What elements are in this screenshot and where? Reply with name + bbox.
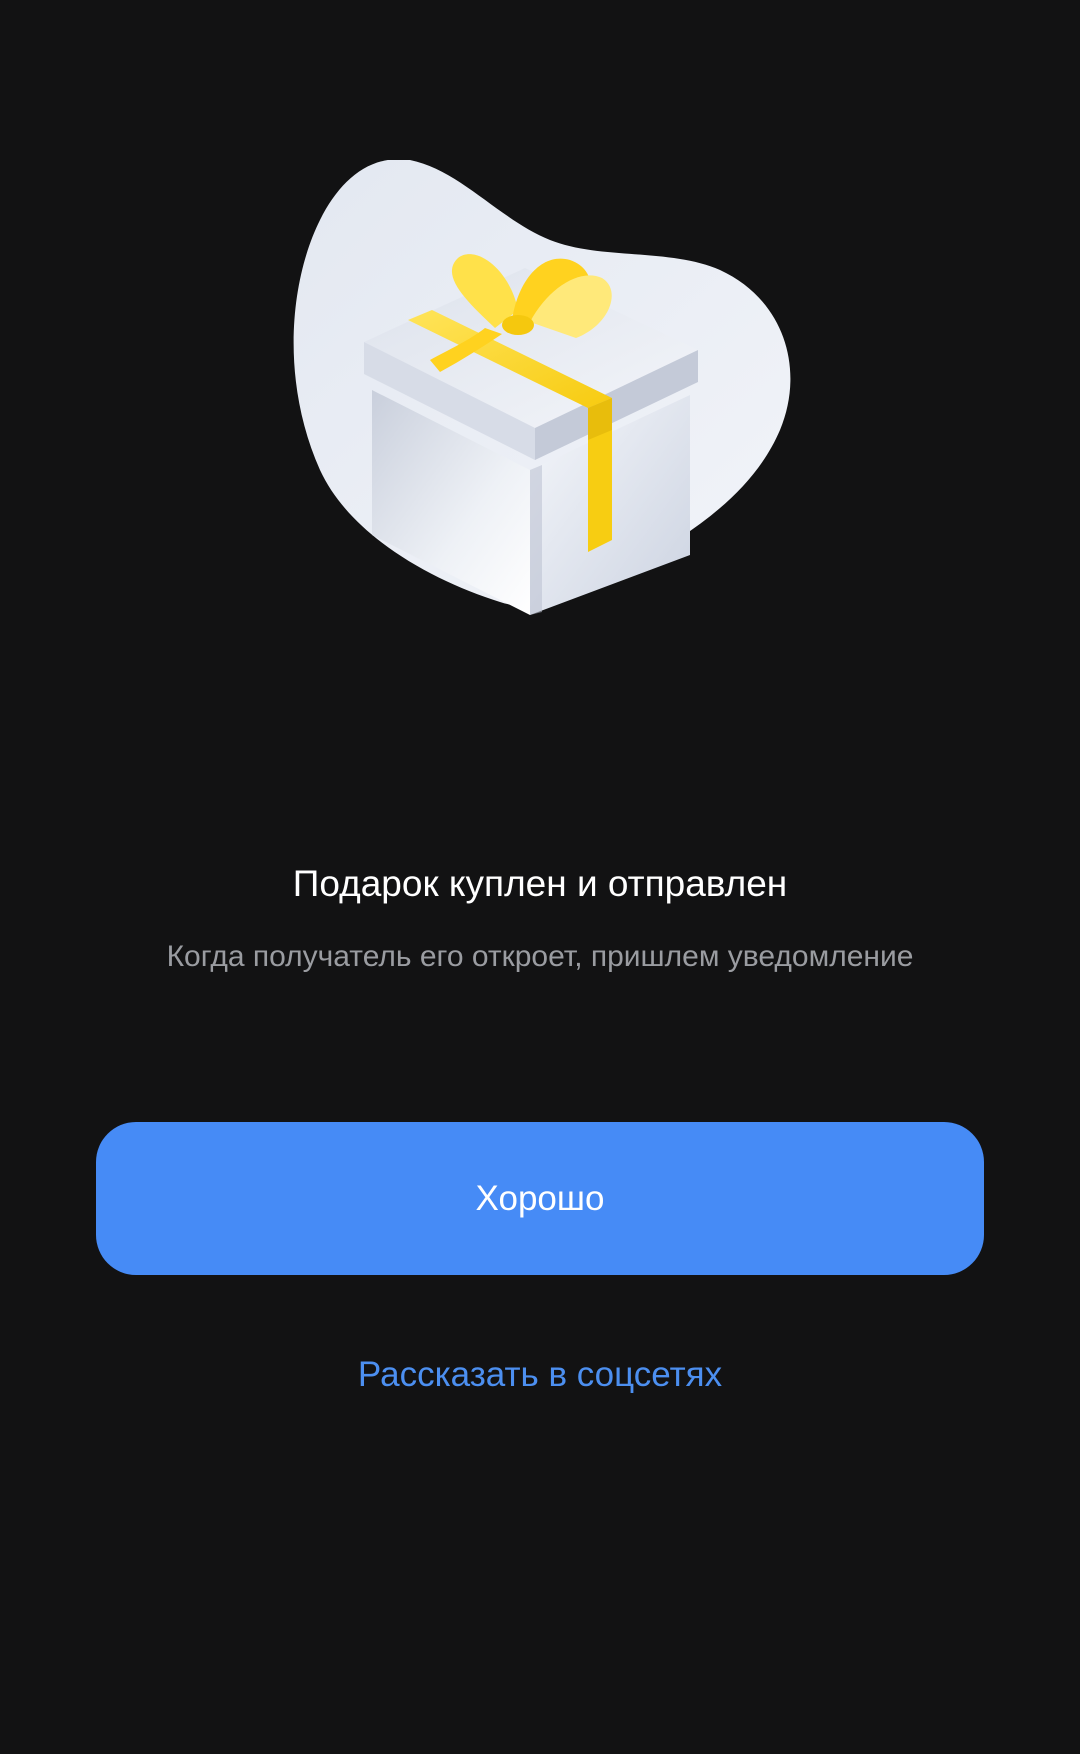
ok-button[interactable]: Хорошо xyxy=(96,1122,984,1275)
gift-illustration xyxy=(280,160,800,630)
gift-sent-screen: Подарок куплен и отправлен Когда получат… xyxy=(0,0,1080,1754)
gift-box-icon xyxy=(293,160,791,615)
dialog-subtitle: Когда получатель его откроет, пришлем ув… xyxy=(166,940,914,973)
ok-button-label: Хорошо xyxy=(475,1178,605,1218)
share-to-social-link[interactable]: Рассказать в соцсетях xyxy=(0,1350,1080,1400)
dialog-title: Подарок куплен и отправлен xyxy=(292,863,788,904)
